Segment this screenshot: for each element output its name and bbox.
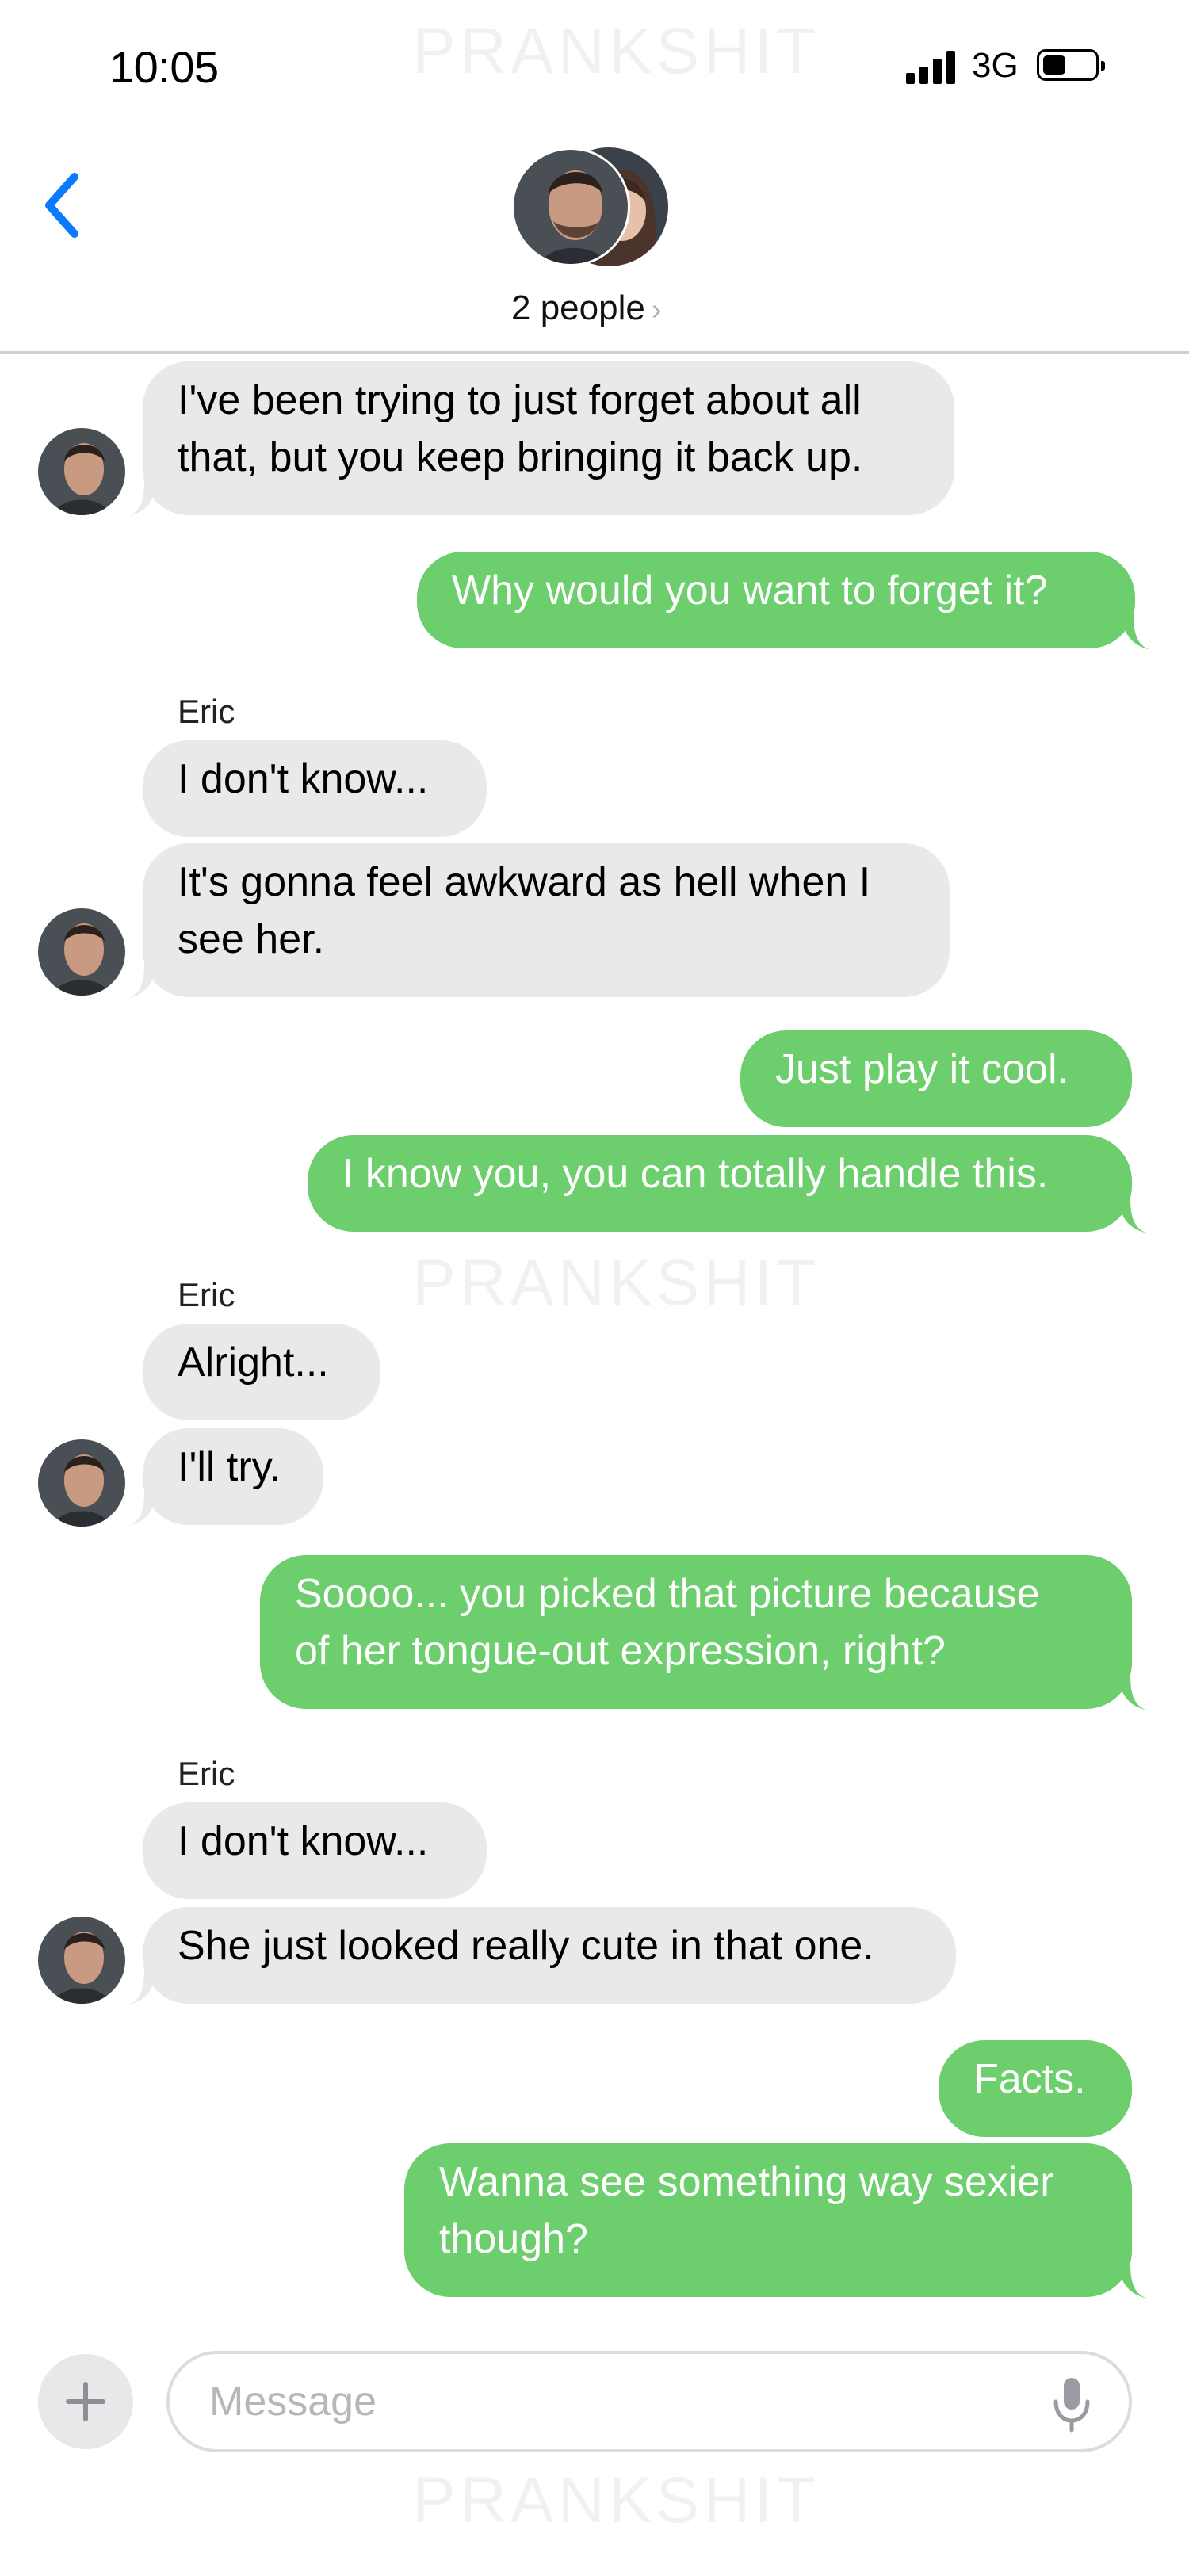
network-type: 3G: [972, 46, 1019, 85]
bubble-tail: [1119, 1197, 1148, 1233]
message-text: Alright...: [178, 1340, 329, 1385]
back-chevron-icon[interactable]: [38, 162, 94, 250]
message-text: that, but you keep bringing it back up.: [178, 434, 863, 480]
outgoing-message: Why would you want to forget it?: [417, 552, 1151, 650]
incoming-message: I don't know...: [143, 740, 487, 837]
message-text: see her.: [178, 916, 325, 962]
conversation-participants[interactable]: 2 people ›: [511, 289, 661, 328]
watermark: PRANKSHIT: [412, 1247, 820, 1319]
bubble-tail: [1122, 613, 1151, 650]
incoming-message: She just looked really cute in that one.: [127, 1907, 956, 2005]
add-attachment-button[interactable]: [38, 2354, 133, 2449]
status-time: 10:05: [109, 42, 219, 92]
group-avatar[interactable]: [511, 147, 678, 274]
message-text: I've been trying to just forget about al…: [178, 377, 862, 423]
eric-avatar: [38, 1917, 125, 2004]
bubble-tail: [127, 962, 155, 999]
message-text: of her tongue-out expression, right?: [295, 1628, 946, 1674]
message-text: She just looked really cute in that one.: [178, 1923, 874, 1969]
incoming-message: It's gonna feel awkward as hell when I s…: [127, 843, 950, 999]
message-text: Facts.: [973, 2056, 1086, 2102]
battery-icon: [1037, 49, 1105, 81]
outgoing-message: Soooo... you picked that picture because…: [260, 1555, 1148, 1710]
bubble-tail: [127, 1969, 155, 2005]
incoming-message: I don't know...: [143, 1802, 487, 1899]
outgoing-message: Wanna see something way sexier though?: [404, 2143, 1148, 2299]
plus-icon: [66, 2382, 105, 2421]
message-input[interactable]: [209, 2378, 923, 2425]
microphone-icon[interactable]: [1051, 2376, 1092, 2433]
bubble-tail: [127, 480, 155, 517]
outgoing-message: Just play it cool.: [740, 1030, 1132, 1127]
message-text: It's gonna feel awkward as hell when I: [178, 859, 871, 905]
sender-name: Eric: [178, 1276, 235, 1313]
watermark: PRANKSHIT: [412, 15, 820, 87]
bubble-tail: [127, 1490, 155, 1527]
message-text: Soooo... you picked that picture because: [295, 1571, 1040, 1617]
bubble-tail: [1119, 2262, 1148, 2299]
message-composer[interactable]: [166, 2351, 1132, 2452]
message-text: I don't know...: [178, 1818, 429, 1864]
message-text: though?: [439, 2216, 588, 2262]
eric-avatar: [38, 908, 125, 996]
watermark: PRANKSHIT: [412, 2464, 820, 2536]
message-text: Why would you want to forget it?: [452, 568, 1048, 613]
incoming-message: I'll try.: [127, 1428, 323, 1527]
chevron-right-icon: ›: [651, 293, 662, 327]
eric-avatar: [38, 428, 125, 515]
message-text: Just play it cool.: [775, 1046, 1069, 1092]
incoming-message: Alright...: [143, 1324, 380, 1420]
cellular-signal-icon: [906, 51, 958, 84]
outgoing-message: Facts.: [939, 2040, 1132, 2137]
header-divider: [0, 351, 1189, 354]
sender-name: Eric: [178, 693, 235, 730]
message-text: I know you, you can totally handle this.: [342, 1151, 1049, 1197]
incoming-message: I've been trying to just forget about al…: [127, 361, 954, 517]
bubble-tail: [1119, 1674, 1148, 1710]
sender-name: Eric: [178, 1755, 235, 1792]
message-text: I don't know...: [178, 756, 429, 802]
eric-avatar: [38, 1439, 125, 1527]
message-text: I'll try.: [178, 1444, 281, 1490]
people-count-label: 2 people: [511, 289, 645, 327]
man-avatar: [511, 147, 630, 266]
message-text: Wanna see something way sexier: [439, 2159, 1054, 2205]
outgoing-message: I know you, you can totally handle this.: [308, 1135, 1148, 1233]
